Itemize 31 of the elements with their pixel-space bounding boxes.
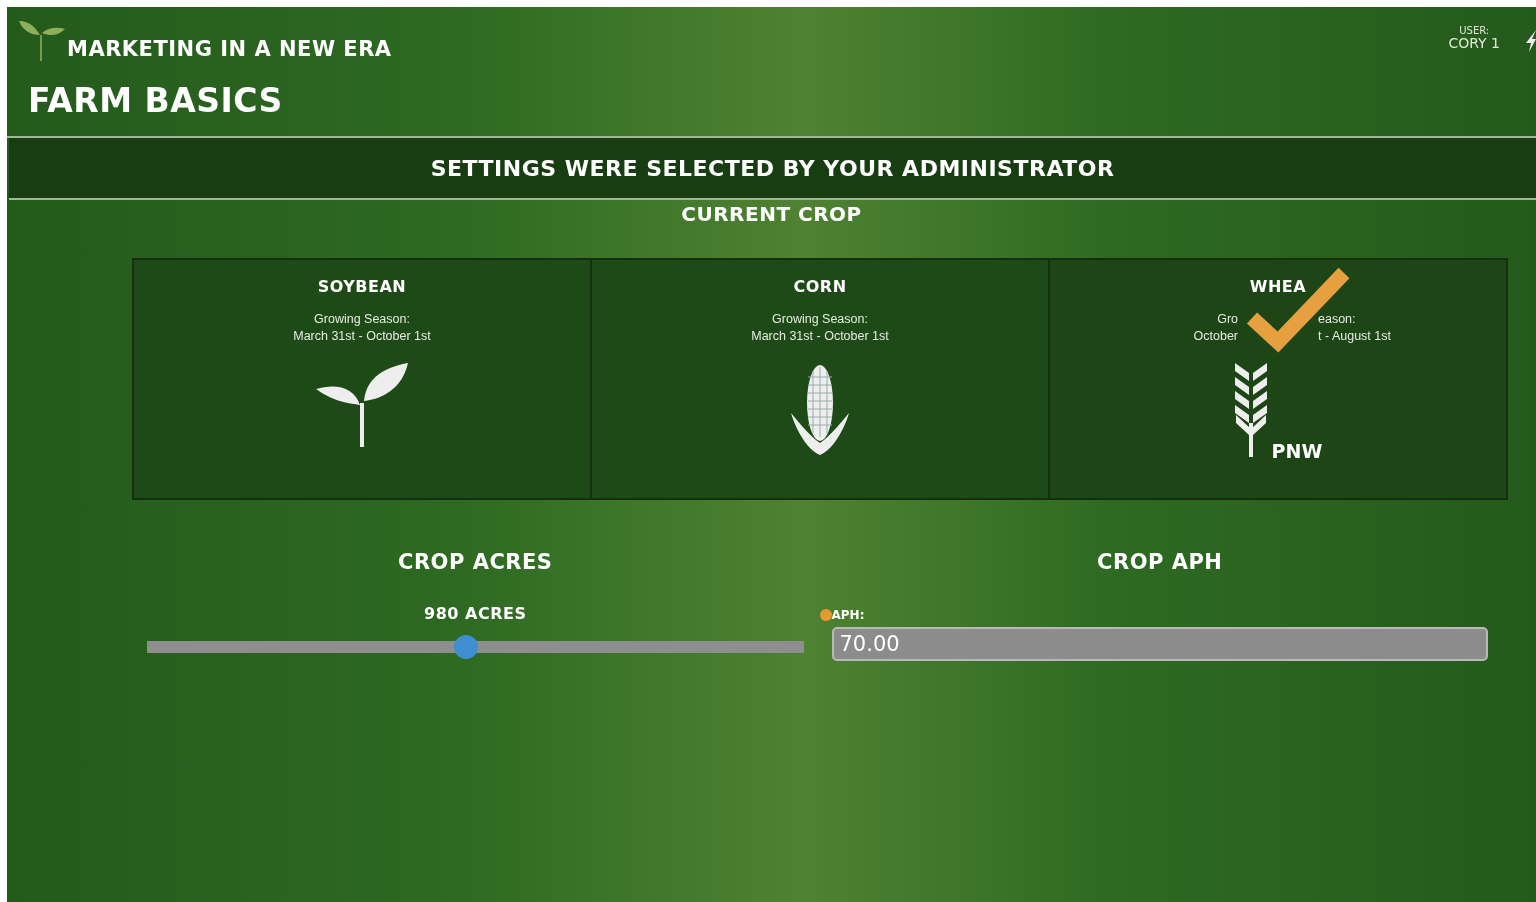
crop-card[interactable]: CORN Growing Season: March 31st - October 1st [592, 260, 1048, 498]
page-title: FARM BASICS [28, 81, 284, 120]
help-icon[interactable] [819, 609, 832, 621]
aph-label: APH: [831, 608, 865, 622]
section-title: CURRENT CROP [681, 202, 862, 226]
user-name: CORY 1 [1448, 36, 1500, 50]
admin-banner: SETTINGS WERE SELECTED BY YOUR ADMINISTRATOR [9, 138, 1536, 200]
lightning-icon[interactable] [1526, 30, 1536, 52]
crop-name: CORN [793, 277, 847, 296]
season-dates: March 31st - October 1st [751, 329, 889, 343]
crop-name: WHEA [1249, 277, 1307, 296]
brand-name: MARKETING IN A NEW ERA [67, 37, 392, 61]
season-dates: March 31st - October 1st [293, 329, 431, 343]
season-label: Growing Season: [772, 312, 868, 326]
season-label: Gro [1217, 312, 1238, 326]
acres-title: CROP ACRES [398, 550, 553, 574]
crop-card[interactable]: WHEA Gro eason: October t - August 1st PNW [1050, 260, 1506, 498]
region-tag: PNW [1271, 440, 1323, 462]
season-label: eason: [1318, 312, 1356, 326]
acres-reading: 980 ACRES [424, 604, 527, 623]
user-label: USER: [1459, 26, 1490, 36]
season-label: Growing Season: [314, 312, 410, 326]
season-dates: October [1193, 329, 1238, 343]
sprout-icon [316, 363, 408, 448]
corn-icon [789, 363, 851, 458]
crop-name: SOYBEAN [317, 277, 407, 296]
slider-thumb[interactable] [453, 635, 478, 659]
aph-title: CROP APH [1097, 550, 1223, 574]
wheat-icon [1233, 363, 1268, 458]
season-dates: t - August 1st [1318, 329, 1391, 343]
crop-card[interactable]: SOYBEAN Growing Season: March 31st - October 1st [134, 260, 590, 498]
